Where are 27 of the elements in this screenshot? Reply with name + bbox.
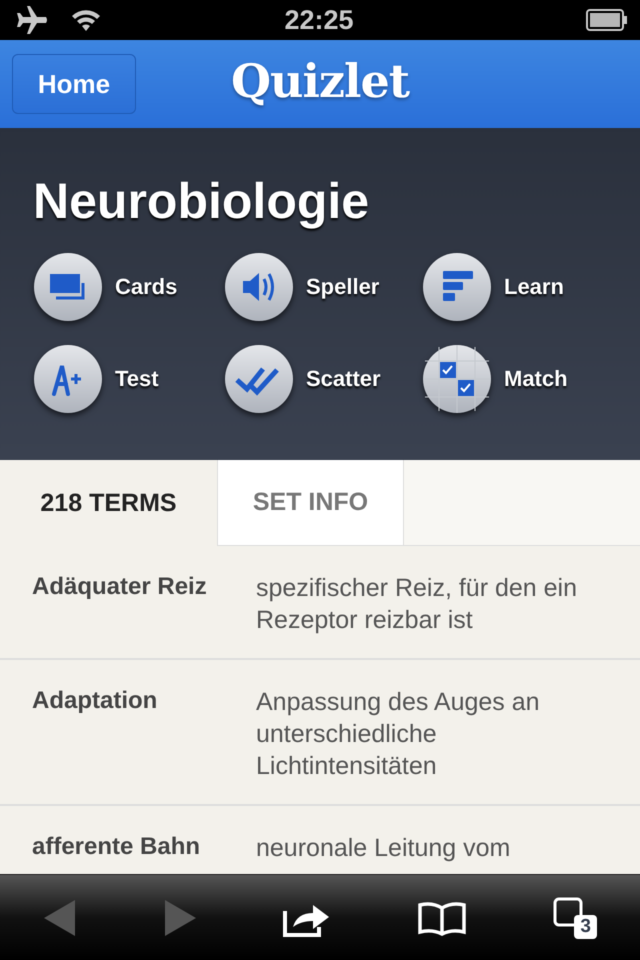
study-mode-button[interactable]: Test	[33, 344, 224, 414]
study-mode-button[interactable]: Scatter	[224, 344, 422, 414]
definition-text: neuronale Leitung vom	[256, 833, 510, 864]
battery-icon	[586, 9, 628, 31]
tab[interactable]: SET INFO	[218, 460, 404, 545]
match-mode-icon	[422, 344, 492, 414]
term-text: afferente Bahn	[32, 832, 202, 862]
definition-text: spezifischer Reiz, für den ein Rezeptor reizbar ist	[256, 573, 578, 636]
set-title: Neurobiologie	[33, 172, 370, 230]
speller-mode-icon	[224, 252, 294, 322]
learn-mode-icon	[422, 252, 492, 322]
home-button[interactable]: Home	[12, 54, 136, 114]
study-mode-button[interactable]: Match	[422, 344, 607, 414]
study-mode-button[interactable]: Speller	[224, 252, 422, 322]
tabs-button[interactable]: 3	[553, 896, 597, 938]
status-time: 22:25	[283, 4, 355, 36]
scatter-mode-icon	[224, 344, 294, 414]
tab[interactable]: 218 TERMS	[0, 460, 218, 546]
definition-text: Anpassung des Auges an unterschiedliche Lichtintensitäten	[256, 687, 541, 782]
term-text: Adaptation	[32, 686, 158, 716]
cards-mode-icon	[33, 252, 103, 322]
bookmarks-icon[interactable]	[417, 900, 467, 936]
study-mode-button[interactable]: Learn	[422, 252, 607, 322]
test-mode-icon	[33, 344, 103, 414]
logo[interactable]: Quizlet	[230, 54, 410, 108]
term-text: Adäquater Reiz	[32, 572, 208, 602]
study-mode-button[interactable]: Cards	[33, 252, 224, 322]
